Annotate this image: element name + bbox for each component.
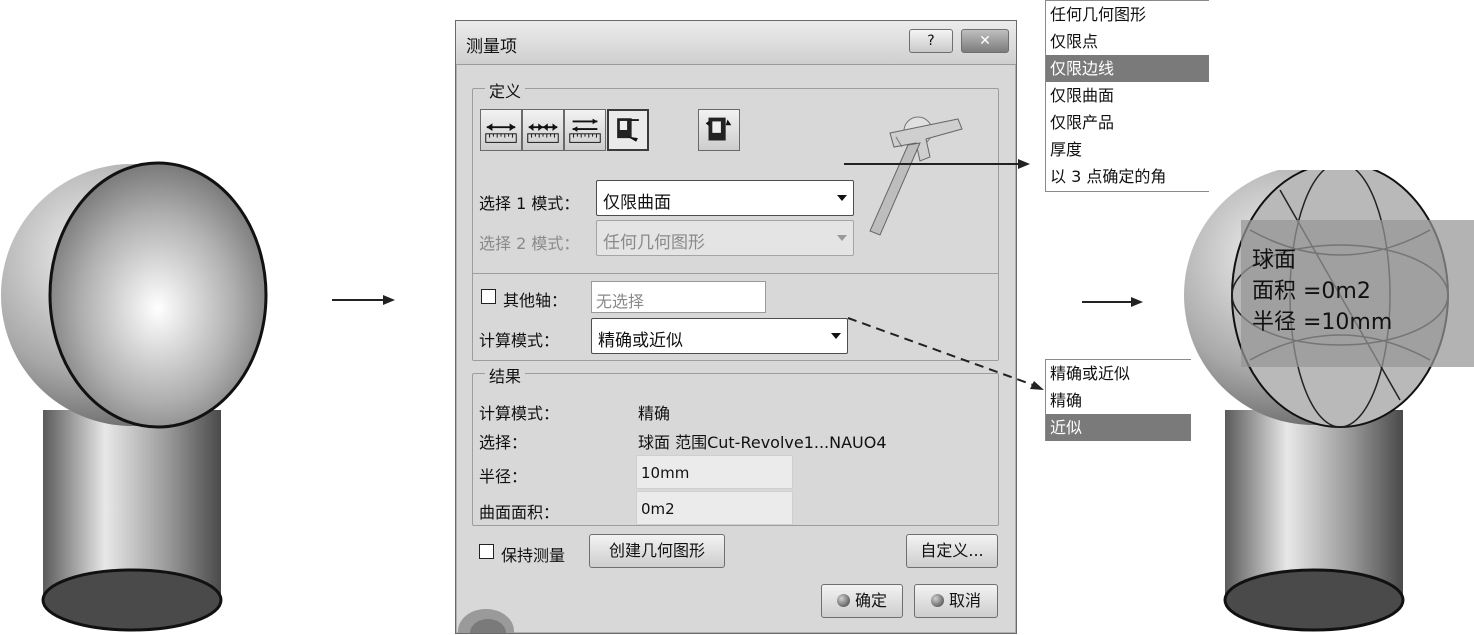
result-radius-field: 10mm [636, 455, 793, 489]
measure-chain-icon [527, 123, 559, 143]
list-item-highlighted[interactable]: 仅限边线 [1046, 55, 1209, 82]
other-axis-checkbox[interactable] [481, 289, 496, 304]
select1-mode-value: 仅限曲面 [603, 193, 671, 213]
cancel-button[interactable]: 取消 [914, 584, 998, 618]
customize-button[interactable]: 自定义... [906, 534, 998, 568]
other-axis-value: 无选择 [596, 292, 645, 311]
result-area-field: 0m2 [636, 491, 793, 525]
keep-measure-checkbox[interactable] [479, 544, 494, 559]
measure-item-button[interactable] [607, 109, 649, 151]
close-button[interactable]: ✕ [961, 29, 1009, 53]
measure-item-icon [617, 118, 639, 142]
corner-logo-icon [458, 609, 514, 633]
left-part-model [1, 161, 268, 632]
result-selection-value: 球面 范围Cut-Revolve1...NAUO4 [638, 433, 887, 452]
overlay-area: 面积 =0m2 [1252, 279, 1371, 304]
overlay-name: 球面 [1252, 248, 1297, 273]
calc-mode-list: 精确或近似 精确 近似 [1045, 359, 1191, 441]
select2-mode-value: 任何几何图形 [603, 233, 705, 253]
dialog-title: 测量项 [466, 37, 517, 57]
select2-mode-combo: 任何几何图形 [596, 220, 854, 256]
measure-thickness-icon [705, 117, 732, 141]
cancel-radio-icon [930, 594, 944, 607]
cancel-label: 取消 [948, 591, 981, 610]
dialog-titlebar: 测量项 ? ✕ [456, 21, 1016, 65]
measure-fan-icon [569, 118, 601, 143]
list-item[interactable]: 精确 [1046, 387, 1191, 414]
definition-separator [472, 273, 999, 274]
list-item[interactable]: 任何几何图形 [1046, 1, 1209, 28]
list-item[interactable]: 仅限曲面 [1046, 82, 1209, 109]
create-geometry-button[interactable]: 创建几何图形 [589, 534, 725, 568]
list-item[interactable]: 仅限产品 [1046, 109, 1209, 136]
measure-result-overlay: 球面 面积 =0m2 半径 =10mm [1241, 220, 1474, 367]
help-button[interactable]: ? [909, 29, 953, 53]
calc-mode-pointer [847, 317, 1044, 390]
chevron-down-icon [837, 195, 847, 201]
measure-thickness-button[interactable] [698, 109, 740, 151]
chevron-down-icon [837, 235, 847, 241]
measure-between-chain-button[interactable] [522, 109, 564, 151]
result-area-value: 0m2 [641, 500, 675, 518]
select1-mode-label: 选择 1 模式： [479, 194, 580, 213]
results-group-label: 结果 [485, 363, 526, 387]
ok-label: 确定 [854, 591, 887, 610]
list-item-highlighted[interactable]: 近似 [1046, 414, 1191, 441]
flow-arrow-left-head [383, 295, 395, 305]
measure-between-button[interactable] [480, 109, 522, 151]
flow-arrow-right-head [1131, 297, 1143, 307]
flow-arrow-left [332, 299, 384, 301]
flow-arrow-right [1082, 301, 1132, 303]
calc-mode-combo[interactable]: 精确或近似 [591, 318, 848, 354]
list-item[interactable]: 精确或近似 [1046, 360, 1191, 387]
select1-mode-combo[interactable]: 仅限曲面 [596, 180, 854, 216]
caliper-illustration-icon [869, 116, 963, 236]
result-selection-label: 选择： [479, 433, 528, 452]
ok-radio-icon [836, 594, 850, 607]
list-item[interactable]: 仅限点 [1046, 28, 1209, 55]
overlay-radius: 半径 =10mm [1252, 310, 1393, 335]
select2-mode-label: 选择 2 模式： [479, 234, 580, 253]
result-area-label: 曲面面积： [479, 503, 560, 522]
result-calc-mode-value: 精确 [638, 404, 671, 423]
calc-mode-label: 计算模式： [479, 331, 560, 350]
keep-measure-label: 保持测量 [501, 546, 566, 565]
list-item[interactable]: 厚度 [1046, 136, 1209, 163]
calc-mode-value: 精确或近似 [598, 331, 683, 351]
result-radius-value: 10mm [641, 464, 690, 482]
select1-pointer-head [1018, 159, 1030, 169]
select1-pointer-line [844, 163, 1019, 165]
result-calc-mode-label: 计算模式： [479, 404, 560, 423]
other-axis-input[interactable]: 无选择 [591, 281, 766, 313]
measure-between-fan-button[interactable] [564, 109, 606, 151]
selection-mode-list: 任何几何图形 仅限点 仅限边线 仅限曲面 仅限产品 厚度 以 3 点确定的角 [1045, 0, 1209, 192]
result-radius-label: 半径： [479, 467, 528, 486]
measure-between-icon [485, 123, 517, 143]
ok-button[interactable]: 确定 [821, 584, 903, 618]
other-axis-label: 其他轴： [503, 291, 568, 310]
definition-group-label: 定义 [485, 78, 526, 102]
